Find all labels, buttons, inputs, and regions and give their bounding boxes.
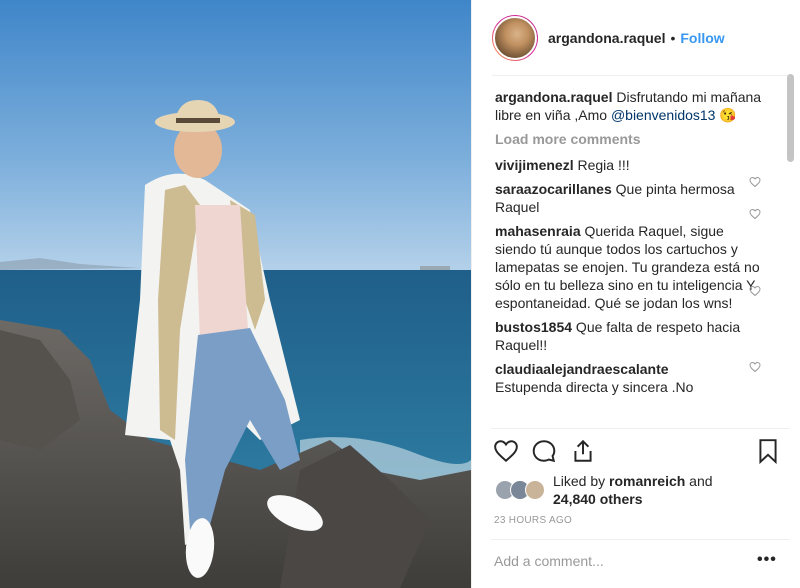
caption-mention[interactable]: @bienvenidos13 bbox=[611, 107, 716, 123]
comment-username[interactable]: bustos1854 bbox=[495, 319, 572, 335]
likes-summary: Liked by romanreich and 24,840 others bbox=[495, 471, 713, 509]
comment-username[interactable]: mahasenraia bbox=[495, 223, 581, 239]
header-separator: • bbox=[670, 30, 676, 46]
instagram-post: argandona.raquel • Follow argandona.raqu… bbox=[0, 0, 800, 588]
comment-username[interactable]: claudiaalejandraescalante bbox=[495, 360, 765, 378]
caption: argandona.raquel Disfrutando mi mañana l… bbox=[495, 88, 765, 124]
comment-icon[interactable] bbox=[531, 438, 557, 464]
post-photo[interactable] bbox=[0, 0, 471, 588]
comments-scrollbar[interactable] bbox=[787, 74, 794, 162]
likes-prefix: Liked by bbox=[553, 473, 610, 489]
comment-heart-icon[interactable] bbox=[749, 285, 761, 297]
comment-username[interactable]: vivijimenezl bbox=[495, 157, 574, 173]
bookmark-icon[interactable] bbox=[755, 438, 781, 464]
action-bar bbox=[493, 438, 783, 466]
comment-item: mahasenraia Querida Raquel, sigue siendo… bbox=[495, 222, 765, 312]
caption-username[interactable]: argandona.raquel bbox=[495, 89, 612, 105]
post-header: argandona.raquel • Follow bbox=[492, 14, 725, 62]
share-icon[interactable] bbox=[570, 438, 596, 464]
likes-username[interactable]: romanreich bbox=[609, 473, 685, 489]
comment-heart-icon[interactable] bbox=[749, 176, 761, 188]
add-comment-input[interactable]: Add a comment... bbox=[494, 553, 604, 569]
comment-text: Estupenda directa y sincera .No bbox=[495, 379, 694, 395]
divider bbox=[492, 75, 791, 76]
comment-item: claudiaalejandraescalante Estupenda direc… bbox=[495, 360, 765, 396]
header-username[interactable]: argandona.raquel bbox=[548, 30, 665, 46]
profile-avatar-ring[interactable] bbox=[492, 15, 538, 61]
comment-username[interactable]: saraazocarillanes bbox=[495, 181, 612, 197]
divider bbox=[491, 539, 790, 540]
comment-item: bustos1854 Que falta de respeto hacia Ra… bbox=[495, 318, 765, 354]
comment-item: vivijimenezl Regia !!! bbox=[495, 156, 765, 174]
likes-middle: and bbox=[685, 473, 713, 489]
photo-image bbox=[0, 0, 471, 588]
comment-text: Regia !!! bbox=[573, 157, 630, 173]
load-more-comments[interactable]: Load more comments bbox=[495, 130, 765, 148]
avatar bbox=[525, 480, 545, 500]
follow-button[interactable]: Follow bbox=[680, 30, 724, 46]
heart-icon[interactable] bbox=[493, 438, 519, 464]
avatar[interactable] bbox=[493, 16, 537, 60]
divider bbox=[491, 428, 790, 429]
caption-emoji: 😘 bbox=[719, 107, 737, 123]
comment-item: saraazocarillanes Que pinta hermosa Raqu… bbox=[495, 180, 765, 216]
comments-list[interactable]: argandona.raquel Disfrutando mi mañana l… bbox=[495, 88, 765, 424]
comment-heart-icon[interactable] bbox=[749, 361, 761, 373]
comment-heart-icon[interactable] bbox=[749, 208, 761, 220]
likes-count[interactable]: 24,840 others bbox=[553, 491, 643, 507]
more-icon[interactable]: ••• bbox=[757, 551, 777, 569]
likes-text: Liked by romanreich and 24,840 others bbox=[553, 472, 713, 508]
liker-avatars[interactable] bbox=[495, 480, 545, 500]
post-timestamp[interactable]: 23 HOURS AGO bbox=[494, 515, 572, 526]
